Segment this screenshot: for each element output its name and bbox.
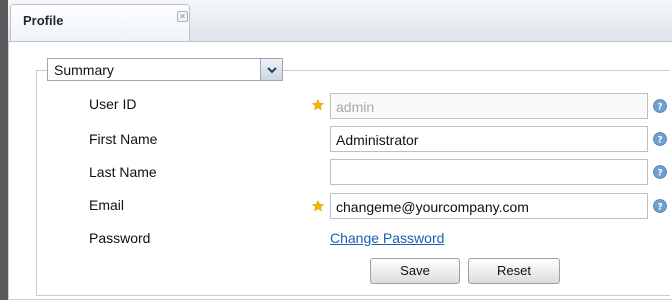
tab-profile[interactable]: Profile ✕ [10,4,190,41]
tab-label: Profile [23,13,64,28]
save-button[interactable]: Save [370,258,460,284]
dropdown-trigger[interactable] [261,58,283,81]
first-name-field[interactable]: Administrator [330,126,648,152]
help-icon[interactable]: ? [653,99,667,113]
svg-text:?: ? [657,103,662,113]
svg-text:?: ? [657,136,662,146]
first-name-label: First Name [89,131,158,147]
email-label: Email [89,197,125,213]
email-field[interactable]: changeme@yourcompany.com [330,193,648,219]
help-icon[interactable]: ? [653,165,667,179]
reset-button[interactable]: Reset [468,258,560,284]
help-icon[interactable]: ? [653,132,667,146]
user-id-label: User ID [89,96,137,112]
last-name-field[interactable] [330,159,648,185]
star-icon [312,99,324,111]
section-select-value: Summary [47,58,261,81]
last-name-label: Last Name [89,164,157,180]
help-icon[interactable]: ? [653,199,667,213]
section-select[interactable]: Summary [47,58,283,81]
close-icon[interactable]: ✕ [177,11,188,22]
tab-bar: Profile ✕ [8,0,672,42]
svg-text:?: ? [657,169,662,179]
svg-text:?: ? [657,203,662,213]
user-id-field[interactable]: admin [330,93,648,119]
profile-panel: Profile ✕ Summary User ID admin ? First … [8,0,672,300]
star-icon [312,200,324,212]
chevron-down-icon [267,67,277,74]
password-label: Password [89,230,151,246]
change-password-link[interactable]: Change Password [330,230,444,246]
